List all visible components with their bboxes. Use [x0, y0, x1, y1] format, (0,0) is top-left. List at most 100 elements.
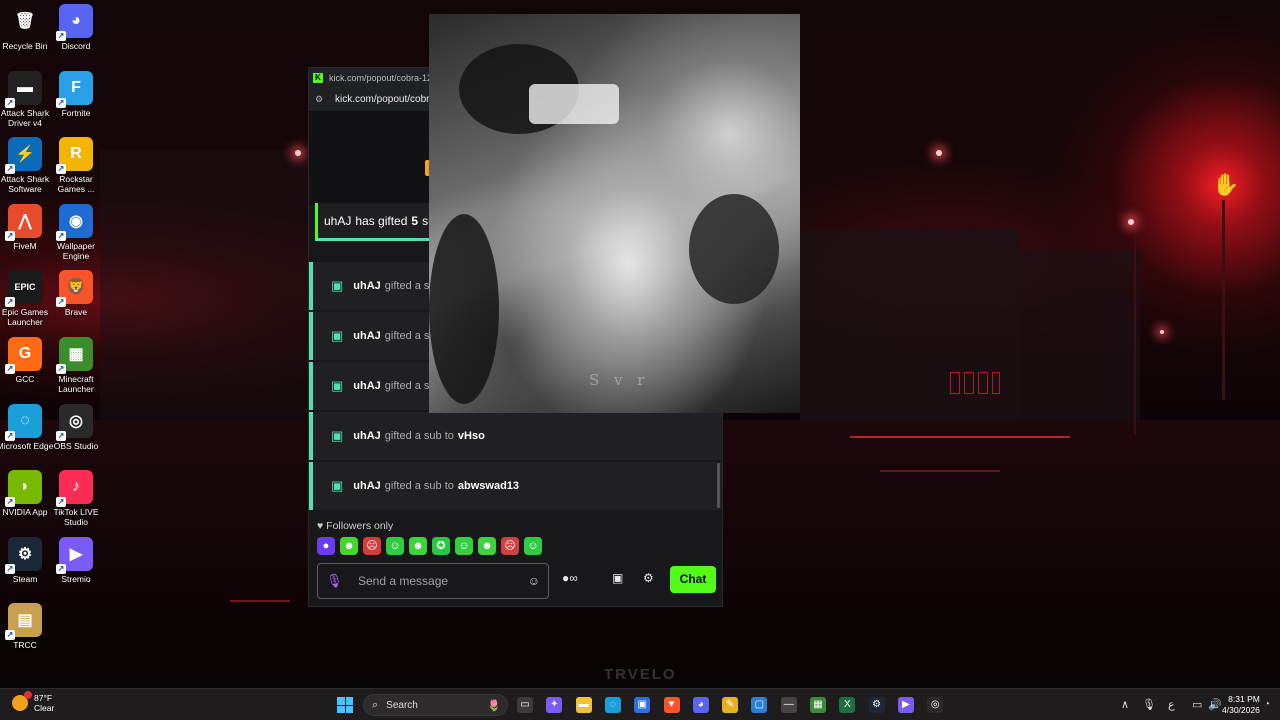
shortcut-arrow-icon: ↗	[56, 364, 66, 374]
obs-taskbar-icon[interactable]: ◎	[927, 697, 944, 713]
green-emote-icon[interactable]: ☻	[340, 537, 358, 555]
chat-message-text: gifted a su	[384, 380, 436, 392]
show-hidden-icons-chevron-icon[interactable]: ∧	[1121, 698, 1129, 711]
gift-sub-banner[interactable]: uhAJ has gifted 5 su	[315, 203, 435, 241]
language-indicator-icon[interactable]: ع	[1168, 698, 1175, 711]
chat-gift-recipient[interactable]: abwswad13	[458, 480, 519, 492]
edge-taskbar-icon[interactable]: ◌	[604, 697, 621, 713]
volume-icon[interactable]: 🔊	[1208, 698, 1222, 711]
weather-widget[interactable]: 87°F Clear	[12, 691, 54, 713]
chat-send-button[interactable]: Chat	[670, 566, 716, 593]
blob-emote-icon[interactable]: ☺	[455, 537, 473, 555]
chat-username[interactable]: uhAJ	[353, 380, 381, 392]
chat-username[interactable]: uhAJ	[353, 430, 381, 442]
followers-only-label: Followers only	[326, 520, 394, 532]
weather-alert-icon	[24, 691, 32, 699]
desktop-icon-label: Steam	[12, 573, 38, 584]
attack-shark-software-icon: ⚡ ↗	[5, 137, 42, 175]
ghost-emote-icon[interactable]: ☺	[386, 537, 404, 555]
desktop-icon-fortnite[interactable]: F ↗ Fortnite	[45, 70, 107, 118]
shortcut-arrow-icon: ↗	[56, 31, 66, 41]
purple-emote-icon[interactable]: ●	[317, 537, 335, 555]
window-app-icon[interactable]: ▢	[751, 697, 768, 713]
chat-input-box[interactable]: 🎙 ☺	[317, 563, 549, 599]
frog-emote-icon[interactable]: ☻	[409, 537, 427, 555]
desktop-icon-minecraft[interactable]: ▦ ↗ Minecraft Launcher	[45, 337, 107, 394]
message-input[interactable]	[358, 574, 528, 588]
shortcut-arrow-icon: ↗	[5, 563, 15, 574]
steam-icon: ⚙ ↗	[5, 536, 42, 574]
url-text[interactable]: kick.com/popout/cobra	[335, 94, 435, 105]
minecraft-icon: ▦ ↗	[56, 337, 93, 374]
desktop-icon-label: TikTok LIVE Studio	[53, 507, 99, 528]
store-icon[interactable]: ▣	[634, 697, 651, 713]
sweat-emote-icon[interactable]: ☺	[524, 537, 542, 555]
steam-taskbar-icon[interactable]: ⚙	[868, 697, 885, 713]
start-button-windows-icon[interactable]	[337, 697, 353, 713]
kicks-infinity-icon[interactable]: ●∞	[562, 571, 578, 585]
emoji-picker-icon[interactable]: ☺	[528, 574, 540, 588]
dizzy-emote-icon[interactable]: ✪	[432, 537, 450, 555]
chat-message-row[interactable]: ▣ uhAJ gifted a sub to vHso	[309, 412, 722, 460]
shortcut-arrow-icon: ↗	[5, 630, 15, 641]
desktop-icon-wallpaper-engine[interactable]: ◉ ↗ Wallpaper Engine	[45, 203, 107, 261]
red-emote-icon[interactable]: ☹	[363, 537, 381, 555]
rockstar-icon: R ↗	[56, 137, 93, 175]
desktop-icon-label: FiveM	[13, 240, 37, 251]
notification-bell-icon[interactable]: ◔	[1264, 699, 1270, 710]
desktop-icon-label: Rockstar Games ...	[57, 174, 95, 195]
copilot-icon[interactable]: ✦	[546, 697, 563, 713]
shortcut-arrow-icon: ↗	[5, 164, 15, 175]
file-explorer-icon[interactable]: ▬	[575, 697, 592, 713]
minus-app-icon[interactable]: —	[780, 697, 797, 713]
chat-gift-recipient[interactable]: vHso	[458, 430, 485, 442]
kick-favicon-icon: K	[313, 73, 323, 83]
store-icon[interactable]: ▣	[612, 571, 623, 585]
smile-emote-icon[interactable]: ☻	[478, 537, 496, 555]
video-overlay-window[interactable]: S v r	[429, 14, 800, 413]
brave-taskbar-icon[interactable]: ▼	[663, 697, 680, 713]
desktop-icon-brave[interactable]: 🦁 ↗ Brave	[45, 270, 107, 317]
taskbar-search[interactable]: ⌕ Search 🌷	[363, 694, 508, 716]
emote-bar: ● ☻ ☹ ☺ ☻ ✪ ☺ ☻ ☹ ☺	[317, 537, 542, 555]
desktop-icon-discord[interactable]: ◕ ↗ Discord	[45, 4, 107, 51]
grid-app-icon[interactable]: ▦	[810, 697, 826, 713]
chat-scrollbar[interactable]	[717, 463, 720, 508]
excel-icon[interactable]: X	[839, 697, 856, 713]
desktop-icon-label: Recycle Bin	[2, 41, 48, 51]
desktop-icon-obs[interactable]: ◎ ↗ OBS Studio	[45, 403, 107, 451]
chat-message-row[interactable]: ▣ uhAJ gifted a sub to abwswad13	[309, 462, 722, 510]
desktop-icon-stremio[interactable]: ▶ ↗ Stremio	[45, 536, 107, 584]
chat-username[interactable]: uhAJ	[353, 280, 381, 292]
search-icon: ⌕	[372, 698, 379, 711]
site-settings-icon[interactable]: ⚙	[315, 94, 329, 105]
discord-taskbar-icon[interactable]: ◕	[692, 697, 709, 713]
microphone-icon[interactable]: 🎙	[326, 573, 344, 589]
shortcut-arrow-icon: ↗	[56, 563, 66, 574]
network-icon[interactable]: ▭	[1192, 698, 1202, 711]
desktop-icon-trcc[interactable]: ▤ ↗ TRCC	[0, 603, 56, 650]
wallpaper-engine-icon: ◉ ↗	[56, 203, 93, 241]
tab-title[interactable]: kick.com/popout/cobra-12/cl	[329, 73, 441, 83]
chat-username[interactable]: uhAJ	[353, 330, 381, 342]
desktop-icon-label: Minecraft Launcher	[58, 374, 94, 394]
taskbar-clock[interactable]: 8:31 PM 4/30/2026	[1222, 694, 1260, 716]
shortcut-arrow-icon: ↗	[56, 497, 66, 508]
edge-icon: ◌ ↗	[5, 403, 42, 441]
gift-icon: ▣	[331, 478, 344, 493]
weather-moon-icon	[12, 691, 32, 711]
chat-settings-gear-icon[interactable]: ⚙	[643, 571, 654, 585]
obs-icon: ◎ ↗	[56, 403, 93, 441]
shortcut-arrow-icon: ↗	[56, 164, 66, 175]
desktop-icon-rockstar[interactable]: R ↗ Rockstar Games ...	[45, 137, 107, 194]
pen-app-icon[interactable]: ✎	[722, 697, 739, 713]
task-view-icon[interactable]: ▭	[517, 697, 533, 713]
desktop-icon-tiktok-live[interactable]: ♪ ↗ TikTok LIVE Studio	[45, 470, 107, 527]
shortcut-arrow-icon: ↗	[5, 430, 15, 441]
angry-emote-icon[interactable]: ☹	[501, 537, 519, 555]
tiktok-live-icon: ♪ ↗	[56, 470, 93, 508]
microphone-tray-icon[interactable]: 🎙	[1142, 698, 1156, 711]
chat-username[interactable]: uhAJ	[353, 480, 381, 492]
desktop-icon-label: NVIDIA App	[2, 507, 48, 518]
stremio-taskbar-icon[interactable]: ▶	[897, 697, 914, 713]
